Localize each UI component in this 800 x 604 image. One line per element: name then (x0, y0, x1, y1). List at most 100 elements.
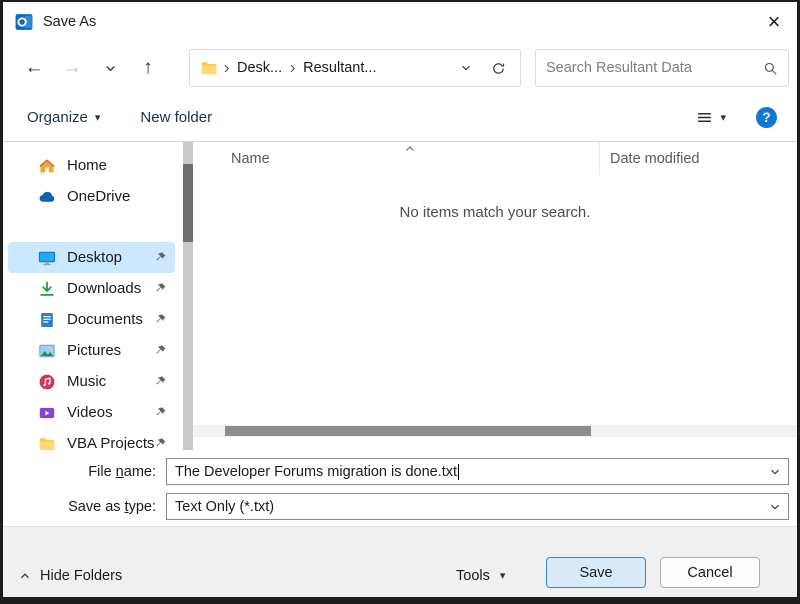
new-folder-label: New folder (140, 109, 212, 126)
new-folder-button[interactable]: New folder (140, 109, 212, 126)
close-button[interactable]: × (751, 2, 797, 42)
change-view-button[interactable]: ▾ (696, 109, 726, 126)
desktop-icon (38, 249, 56, 267)
sidebar-item-vba-projects[interactable]: VBA Projects (8, 428, 175, 450)
dialog-content: Home OneDrive Desktop (3, 142, 797, 450)
pin-icon (154, 437, 167, 450)
save-as-dialog: Save As × ← → ↑ Desk... Resultant... (0, 0, 800, 604)
pin-icon (154, 344, 167, 357)
pin-icon (154, 313, 167, 326)
save-as-type-value: Text Only (*.txt) (175, 499, 274, 515)
navigation-pane: Home OneDrive Desktop (3, 142, 193, 450)
window-title: Save As (43, 14, 96, 30)
pin-icon (154, 375, 167, 388)
list-header: Name Date modified (193, 142, 797, 175)
pictures-icon (38, 342, 56, 360)
breadcrumb-item-desktop[interactable]: Desk... (235, 60, 284, 76)
empty-message: No items match your search. (193, 204, 797, 221)
text-cursor (458, 464, 459, 480)
breadcrumb-item-resultant-data[interactable]: Resultant... (301, 60, 378, 76)
address-bar[interactable]: Desk... Resultant... (189, 49, 521, 87)
column-name-label: Name (231, 151, 270, 167)
fields-area: File name: The Developer Forums migratio… (3, 450, 797, 526)
breadcrumb-separator-icon (284, 63, 301, 74)
save-button[interactable]: Save (546, 557, 646, 588)
file-name-input[interactable]: The Developer Forums migration is done.t… (166, 458, 789, 485)
command-toolbar: Organize ▾ New folder ▾ ? (3, 94, 797, 142)
sidebar-item-documents[interactable]: Documents (8, 304, 175, 335)
sort-ascending-icon (404, 143, 416, 155)
navigation-bar: ← → ↑ Desk... Resultant... (3, 42, 797, 94)
column-date-label: Date modified (610, 151, 699, 167)
search-input[interactable] (546, 60, 763, 76)
sidebar-scrollbar[interactable] (183, 142, 193, 450)
pin-icon (154, 406, 167, 419)
save-as-type-select[interactable]: Text Only (*.txt) (166, 493, 789, 520)
chevron-up-icon (19, 570, 31, 582)
horizontal-scrollbar-thumb[interactable] (225, 426, 591, 436)
outlook-app-icon (15, 13, 33, 31)
save-as-type-label: Save as type: (3, 499, 163, 515)
file-list: Name Date modified No items match your s… (193, 142, 797, 450)
back-button[interactable]: ← (15, 49, 53, 87)
organize-button[interactable]: Organize ▾ (27, 109, 100, 126)
sidebar-item-music[interactable]: Music (8, 366, 175, 397)
file-name-dropdown-icon[interactable] (762, 466, 788, 478)
sidebar-item-label: Videos (67, 404, 113, 421)
tools-button[interactable]: Tools ▾ (456, 560, 505, 591)
save-as-type-row: Save as type: Text Only (*.txt) (3, 493, 789, 520)
sidebar-item-home[interactable]: Home (8, 150, 175, 181)
organize-label: Organize (27, 109, 88, 126)
column-header-name[interactable]: Name (193, 142, 599, 175)
pin-icon (154, 251, 167, 264)
refresh-icon[interactable] (481, 61, 514, 76)
sidebar-item-label: Home (67, 157, 107, 174)
caret-down-icon: ▾ (720, 111, 726, 124)
save-as-type-dropdown-icon[interactable] (762, 501, 788, 513)
column-header-date-modified[interactable]: Date modified (599, 142, 797, 175)
onedrive-icon (38, 188, 56, 206)
sidebar-item-desktop[interactable]: Desktop (8, 242, 175, 273)
sidebar-section-gap (3, 212, 193, 242)
search-box[interactable] (535, 49, 789, 87)
caret-down-icon: ▾ (500, 569, 506, 582)
tools-label: Tools (456, 568, 490, 584)
title-bar: Save As × (3, 2, 797, 42)
forward-button[interactable]: → (53, 49, 91, 87)
sidebar-item-label: VBA Projects (67, 435, 155, 450)
hide-folders-button[interactable]: Hide Folders (19, 560, 122, 591)
sidebar-item-label: Downloads (67, 280, 141, 297)
horizontal-scrollbar[interactable] (193, 425, 797, 437)
file-name-label: File name: (3, 464, 163, 480)
sidebar-item-pictures[interactable]: Pictures (8, 335, 175, 366)
sidebar-item-onedrive[interactable]: OneDrive (8, 181, 175, 212)
sidebar-item-label: Documents (67, 311, 143, 328)
recent-locations-button[interactable] (91, 49, 129, 87)
pin-icon (154, 282, 167, 295)
sidebar-item-downloads[interactable]: Downloads (8, 273, 175, 304)
help-button[interactable]: ? (756, 107, 777, 128)
sidebar-item-label: OneDrive (67, 188, 130, 205)
folder-icon (200, 59, 218, 77)
documents-icon (38, 311, 56, 329)
file-name-row: File name: The Developer Forums migratio… (3, 458, 789, 485)
up-button[interactable]: ↑ (129, 49, 167, 87)
sidebar-item-label: Music (67, 373, 106, 390)
sidebar-scrollbar-thumb[interactable] (183, 164, 193, 242)
breadcrumb-separator-icon (218, 63, 235, 74)
file-name-value: The Developer Forums migration is done.t… (175, 464, 457, 480)
address-dropdown-icon[interactable] (451, 62, 481, 74)
sidebar-item-label: Desktop (67, 249, 122, 266)
hide-folders-label: Hide Folders (40, 568, 122, 584)
videos-icon (38, 404, 56, 422)
sidebar-item-videos[interactable]: Videos (8, 397, 175, 428)
search-icon (763, 61, 778, 76)
toolbar-right-group: ▾ ? (696, 107, 777, 128)
folder-icon (38, 435, 56, 451)
cancel-button[interactable]: Cancel (660, 557, 760, 588)
footer-bar: Hide Folders Tools ▾ Save Cancel (3, 526, 797, 597)
list-view-icon (696, 109, 713, 126)
music-icon (38, 373, 56, 391)
sidebar-item-label: Pictures (67, 342, 121, 359)
caret-down-icon: ▾ (95, 111, 101, 124)
